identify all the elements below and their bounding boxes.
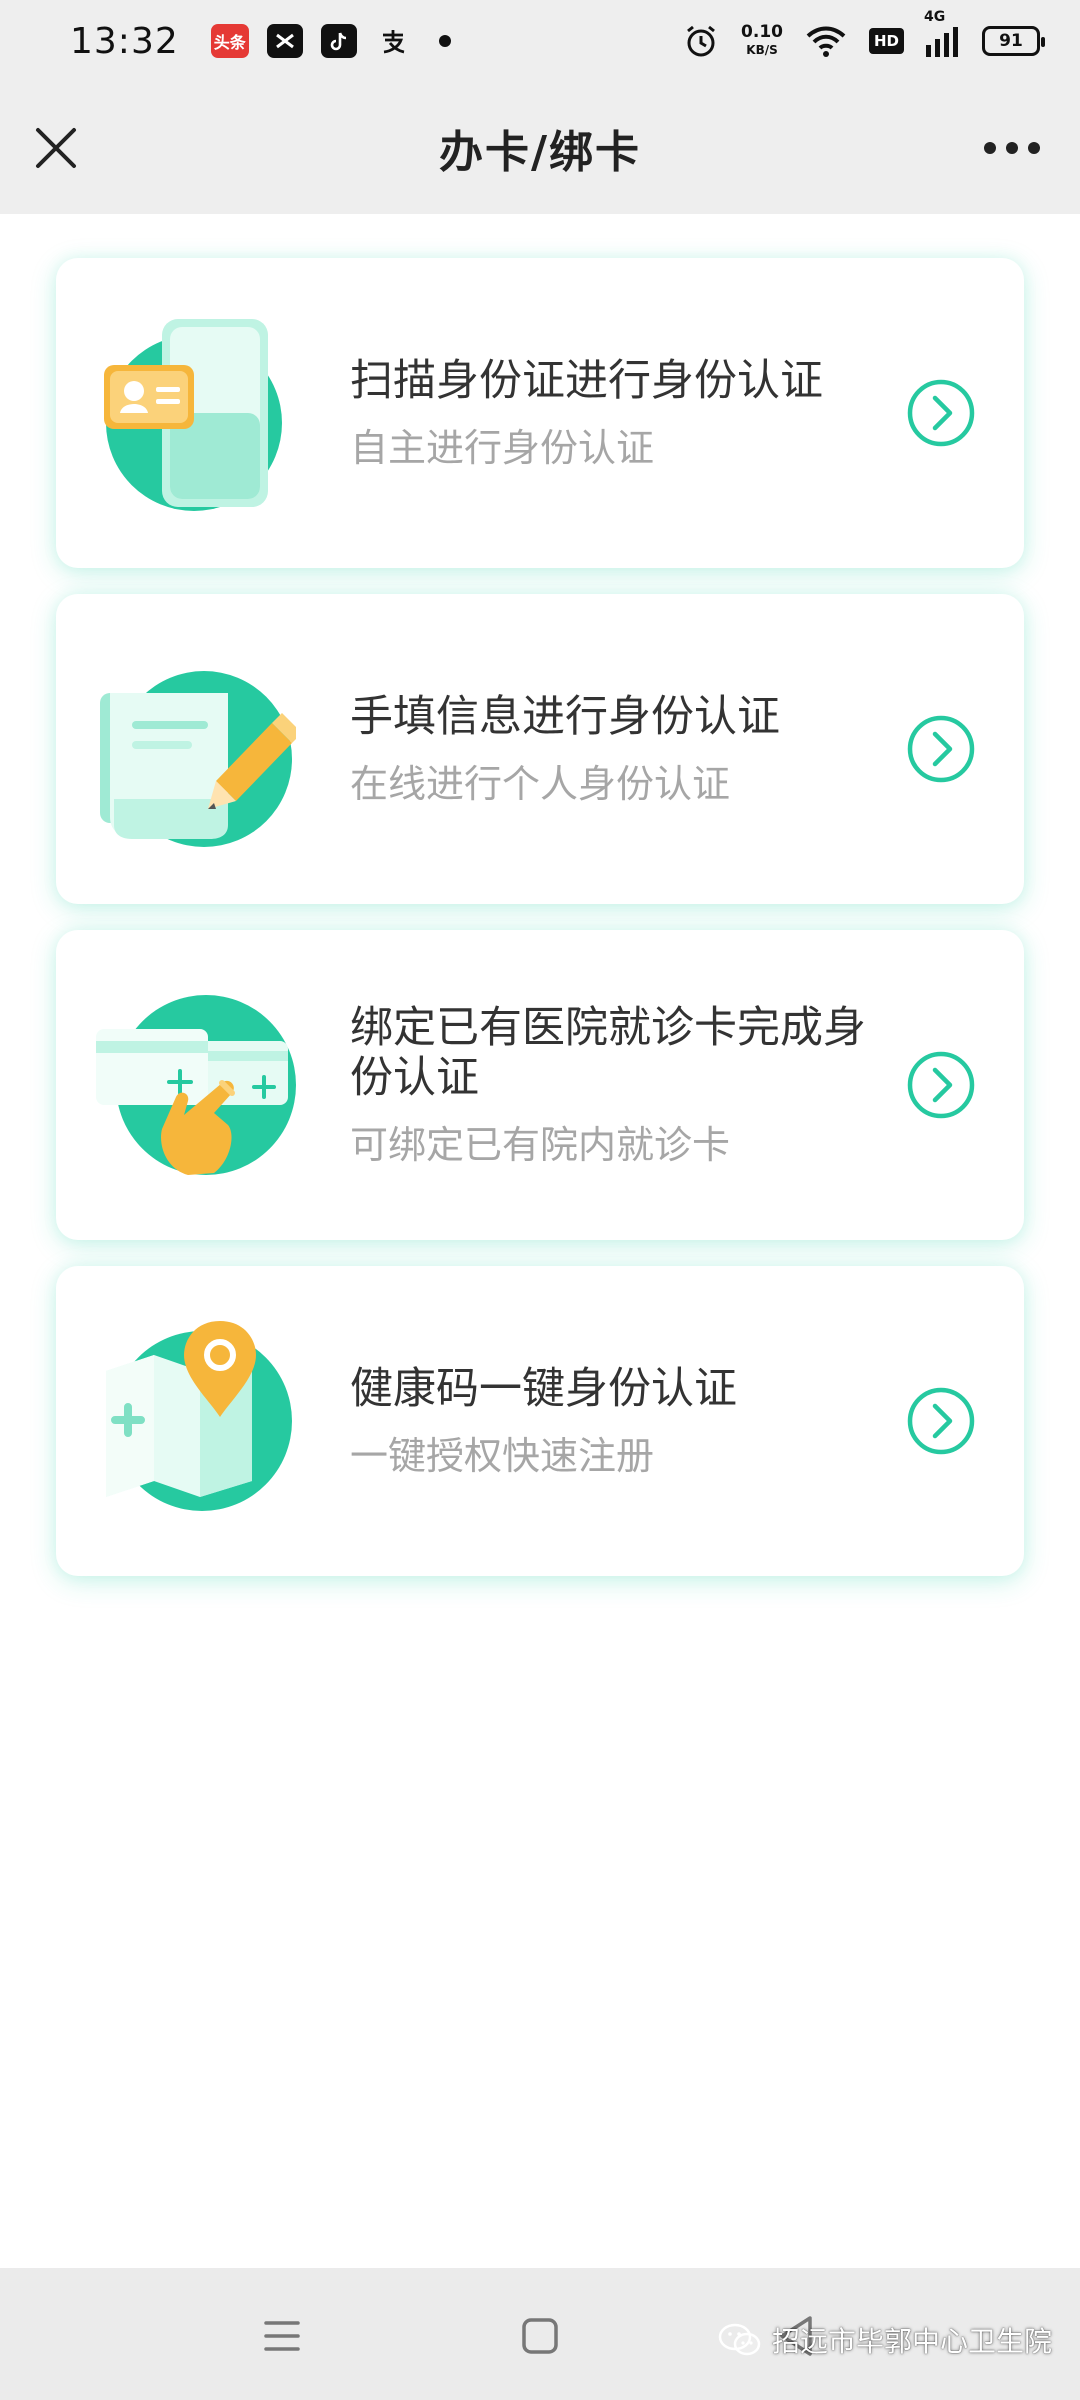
signal-bars-icon [926, 27, 958, 57]
chevron-right-circle-icon[interactable] [906, 1386, 976, 1456]
status-left: 13:32 头条 [70, 21, 451, 62]
status-time: 13:32 [70, 20, 179, 62]
card-text: 健康码一键身份认证 一键授权快速注册 [350, 1364, 874, 1478]
page-title: 办卡/绑卡 [438, 127, 642, 178]
toutiao-app-icon: 头条 [210, 24, 249, 58]
network-speed: 0.10 KB/S [741, 23, 783, 59]
card-subtitle: 可绑定已有院内就诊卡 [350, 1123, 731, 1167]
battery-icon: 91 [982, 26, 1045, 56]
status-bar: 13:32 头条 0.10 KB/S HD 4G 91 [0, 0, 1080, 82]
menu-icon[interactable] [252, 2306, 312, 2366]
system-nav-bar: 招远市毕郭中心卫生院 [0, 2268, 1080, 2400]
close-icon[interactable] [34, 126, 78, 170]
more-dot [984, 142, 996, 154]
notification-dot [438, 35, 451, 47]
health-code-option[interactable]: 健康码一键身份认证 一键授权快速注册 [56, 1266, 1024, 1576]
card-subtitle: 在线进行个人身份认证 [350, 762, 731, 806]
network-speed-value: 0.10 [741, 22, 783, 42]
capcut-app-icon [266, 24, 303, 58]
more-dot [1006, 142, 1018, 154]
card-title: 健康码一键身份认证 [350, 1364, 737, 1414]
alarm-icon [687, 25, 715, 57]
bind-hospital-card-option[interactable]: 绑定已有医院就诊卡完成身份认证 可绑定已有院内就诊卡 [56, 930, 1024, 1240]
card-text: 手填信息进行身份认证 在线进行个人身份认证 [350, 692, 874, 806]
battery-level: 91 [999, 31, 1023, 51]
wechat-icon [718, 2323, 761, 2356]
wifi-icon [806, 26, 846, 57]
nav-bar: 办卡/绑卡 [0, 82, 1080, 214]
network-speed-unit: KB/S [746, 43, 778, 57]
card-title: 绑定已有医院就诊卡完成身份认证 [350, 1003, 866, 1103]
more-options-icon[interactable] [984, 134, 1040, 162]
form-fill-icon [100, 671, 296, 847]
id-card-scan-icon [104, 319, 282, 511]
card-text: 扫描身份证进行身份认证 自主进行身份认证 [350, 356, 874, 470]
alipay-app-icon [375, 24, 411, 58]
chevron-right-circle-icon[interactable] [906, 714, 976, 784]
manual-fill-option[interactable]: 手填信息进行身份认证 在线进行个人身份认证 [56, 594, 1024, 904]
card-text: 绑定已有医院就诊卡完成身份认证 可绑定已有院内就诊卡 [350, 1003, 874, 1167]
watermark: 招远市毕郭中心卫生院 [718, 2320, 1052, 2360]
auth-option-list: 扫描身份证进行身份认证 自主进行身份认证 手填信息进行身份认证 在线进行个人身份… [56, 258, 1024, 1602]
chevron-right-circle-icon[interactable] [906, 378, 976, 448]
scan-id-card-option[interactable]: 扫描身份证进行身份认证 自主进行身份认证 [56, 258, 1024, 568]
card-subtitle: 自主进行身份认证 [350, 426, 655, 470]
health-code-map-icon [106, 1321, 292, 1511]
status-right: 0.10 KB/S HD 4G 91 [683, 9, 1045, 59]
hd-badge: HD [868, 28, 904, 54]
watermark-text: 招远市毕郭中心卫生院 [771, 2325, 1052, 2358]
bind-card-icon [96, 995, 296, 1175]
chevron-right-circle-icon[interactable] [906, 1050, 976, 1120]
more-dot [1028, 142, 1040, 154]
signal-indicator: 4G [924, 9, 960, 57]
card-title: 扫描身份证进行身份认证 [350, 356, 823, 406]
home-icon[interactable] [510, 2306, 570, 2366]
card-title: 手填信息进行身份认证 [350, 692, 780, 742]
card-subtitle: 一键授权快速注册 [350, 1434, 655, 1478]
network-type: 4G [924, 9, 946, 25]
douyin-app-icon [320, 24, 357, 58]
